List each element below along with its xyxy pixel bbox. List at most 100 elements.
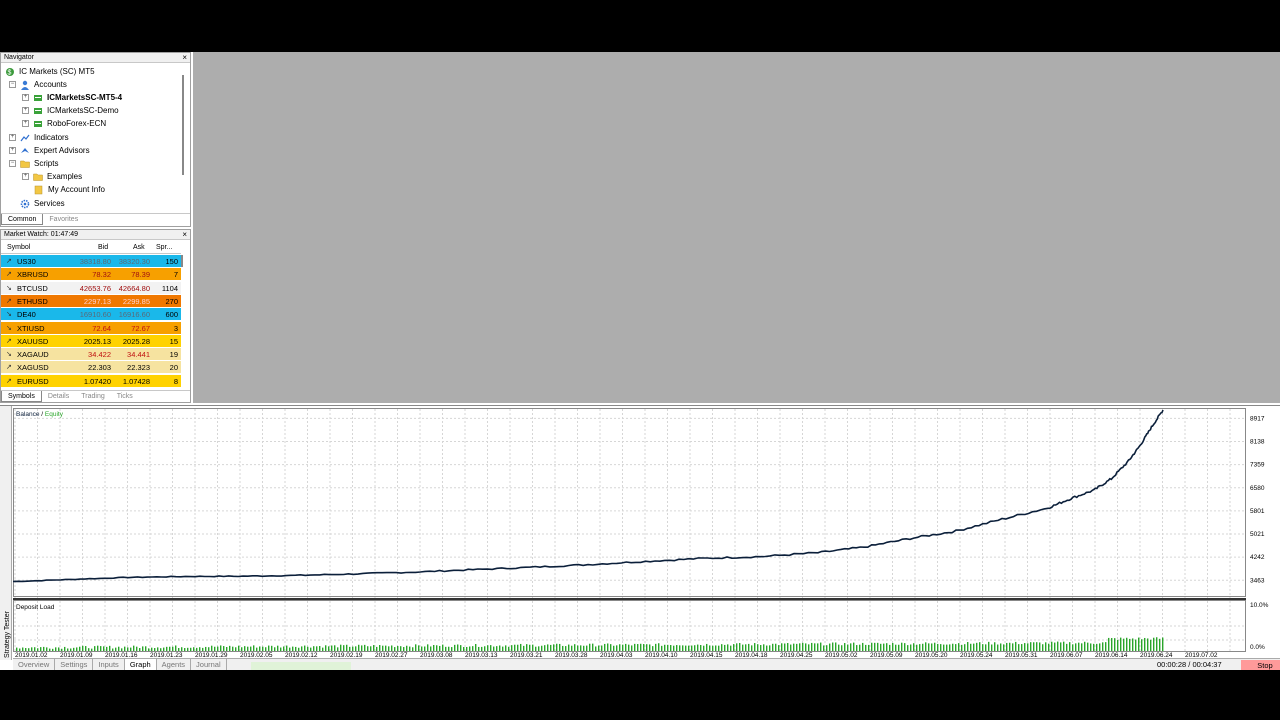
deposit-bar <box>682 645 684 651</box>
market-watch-row[interactable]: ↗ XBRUSD 78.32 78.39 7 <box>1 268 181 282</box>
market-watch-row[interactable]: ↘ DE40 16910.60 16916.60 600 <box>1 308 181 322</box>
market-watch-scrollbar[interactable] <box>181 255 183 267</box>
market-watch-row[interactable]: ↗ EURUSD 1.07420 1.07428 8 <box>1 374 181 388</box>
tab-details[interactable]: Details <box>42 391 75 402</box>
column-symbol[interactable]: Symbol <box>7 241 30 254</box>
deposit-bar <box>1156 637 1158 651</box>
deposit-bar <box>490 645 492 651</box>
tester-graph[interactable]: Balance / Equity Deposit Load 8917 8138 73… <box>12 408 1278 659</box>
navigator-scrollbar[interactable] <box>182 75 184 175</box>
deposit-bar <box>307 646 309 651</box>
navigator-close-icon[interactable]: × <box>182 53 187 63</box>
collapse-icon[interactable]: − <box>9 81 16 89</box>
deposit-bar <box>664 644 666 651</box>
deposit-bar <box>436 645 438 651</box>
tab-inputs[interactable]: Inputs <box>93 659 125 670</box>
expand-icon[interactable]: + <box>9 134 16 142</box>
deposit-bar <box>133 645 135 651</box>
tab-ticks[interactable]: Ticks <box>111 391 139 402</box>
deposit-bar <box>766 645 768 651</box>
deposit-bar <box>358 644 360 651</box>
tree-services[interactable]: Services <box>20 197 65 210</box>
deposit-bar <box>931 643 933 651</box>
tab-journal[interactable]: Journal <box>191 659 227 670</box>
deposit-bar <box>274 647 276 651</box>
tab-trading[interactable]: Trading <box>75 391 110 402</box>
deposit-bar <box>1012 643 1014 651</box>
tab-overview[interactable]: Overview <box>13 659 56 670</box>
tree-account-item[interactable]: + ICMarketsSC-Demo <box>22 104 119 117</box>
market-watch-row[interactable]: ↘ XTIUSD 72.64 72.67 3 <box>1 321 181 335</box>
market-watch-row[interactable]: ↘ BTCUSD 42653.76 42664.80 1104 <box>1 281 181 295</box>
deposit-bar <box>388 646 390 651</box>
ask-value: 72.67 <box>131 323 150 333</box>
stop-button[interactable]: Stop <box>1241 660 1280 670</box>
column-ask[interactable]: Ask <box>133 241 145 254</box>
deposit-bar <box>1129 638 1131 651</box>
tab-graph[interactable]: Graph <box>124 659 157 670</box>
column-bid[interactable]: Bid <box>98 241 108 254</box>
deposit-bar <box>694 645 696 651</box>
deposit-bar <box>190 647 192 651</box>
deposit-bar <box>1006 642 1008 651</box>
deposit-bar <box>604 643 606 651</box>
tree-scripts[interactable]: − Scripts <box>9 157 58 170</box>
deposit-bar <box>643 644 645 651</box>
deposit-bar <box>484 646 486 651</box>
deposit-bar <box>109 645 111 651</box>
deposit-bar <box>1000 643 1002 651</box>
deposit-bar <box>949 644 951 651</box>
deposit-bar <box>130 647 132 651</box>
tree-account-item[interactable]: + ICMarketsSC-MT5-4 <box>22 91 122 104</box>
navigator-root[interactable]: $ IC Markets (SC) MT5 <box>5 65 95 78</box>
deposit-bar <box>994 642 996 651</box>
tree-experts[interactable]: + Expert Advisors <box>9 144 90 157</box>
tab-symbols[interactable]: Symbols <box>1 391 42 402</box>
tab-favorites[interactable]: Favorites <box>43 214 84 225</box>
deposit-bar <box>820 642 822 651</box>
tree-indicators[interactable]: + Indicators <box>9 131 69 144</box>
tab-agents[interactable]: Agents <box>157 659 192 670</box>
ask-value: 22.323 <box>127 363 150 373</box>
deposit-bar <box>430 646 432 651</box>
tree-my-account-info[interactable]: My Account Info <box>34 183 105 196</box>
market-watch-row[interactable]: ↗ XAUUSD 2025.13 2025.28 15 <box>1 334 181 348</box>
deposit-bar <box>1117 639 1119 651</box>
market-watch-row[interactable]: ↗ ETHUSD 2297.13 2299.85 270 <box>1 294 181 308</box>
deposit-bar <box>871 642 873 651</box>
tab-common[interactable]: Common <box>1 214 44 225</box>
expand-icon[interactable]: + <box>22 94 29 102</box>
market-watch-row[interactable]: ↗ US30 38318.80 38320.30 150 <box>1 255 181 268</box>
deposit-bar <box>148 648 150 651</box>
deposit-bar <box>673 645 675 651</box>
market-watch-close-icon[interactable]: × <box>182 230 187 240</box>
deposit-bar <box>91 648 93 651</box>
deposit-bar <box>205 646 207 651</box>
deposit-bar <box>595 646 597 651</box>
expand-icon[interactable]: + <box>22 107 29 115</box>
deposit-bar <box>325 645 327 651</box>
deposit-bar <box>400 646 402 651</box>
deposit-bar <box>499 645 501 651</box>
market-watch-row[interactable]: ↘ XAGAUD 34.422 34.441 19 <box>1 348 181 362</box>
column-spread[interactable]: Spr... <box>156 241 172 254</box>
chart-workspace[interactable] <box>193 52 1280 403</box>
market-watch-row[interactable]: ↗ XAGUSD 22.303 22.323 20 <box>1 361 181 375</box>
expand-icon[interactable]: + <box>22 173 29 181</box>
deposit-bar <box>661 645 663 651</box>
deposit-bar <box>37 648 39 651</box>
legend-equity: Equity <box>45 411 64 418</box>
tree-account-item[interactable]: + RoboForex-ECN <box>22 117 106 130</box>
deposit-bar <box>508 646 510 651</box>
deposit-bar <box>187 647 189 651</box>
deposit-bar <box>955 644 957 651</box>
expand-icon[interactable]: + <box>22 120 29 128</box>
tree-examples[interactable]: + Examples <box>22 170 82 183</box>
market-watch-title-bar: Market Watch: 01:47:49 × <box>1 230 190 240</box>
collapse-icon[interactable]: − <box>9 160 16 168</box>
tab-settings[interactable]: Settings <box>55 659 94 670</box>
deposit-bar <box>577 645 579 651</box>
tree-accounts[interactable]: − Accounts <box>9 78 67 91</box>
expand-icon[interactable]: + <box>9 147 16 155</box>
deposit-bar <box>265 647 267 651</box>
